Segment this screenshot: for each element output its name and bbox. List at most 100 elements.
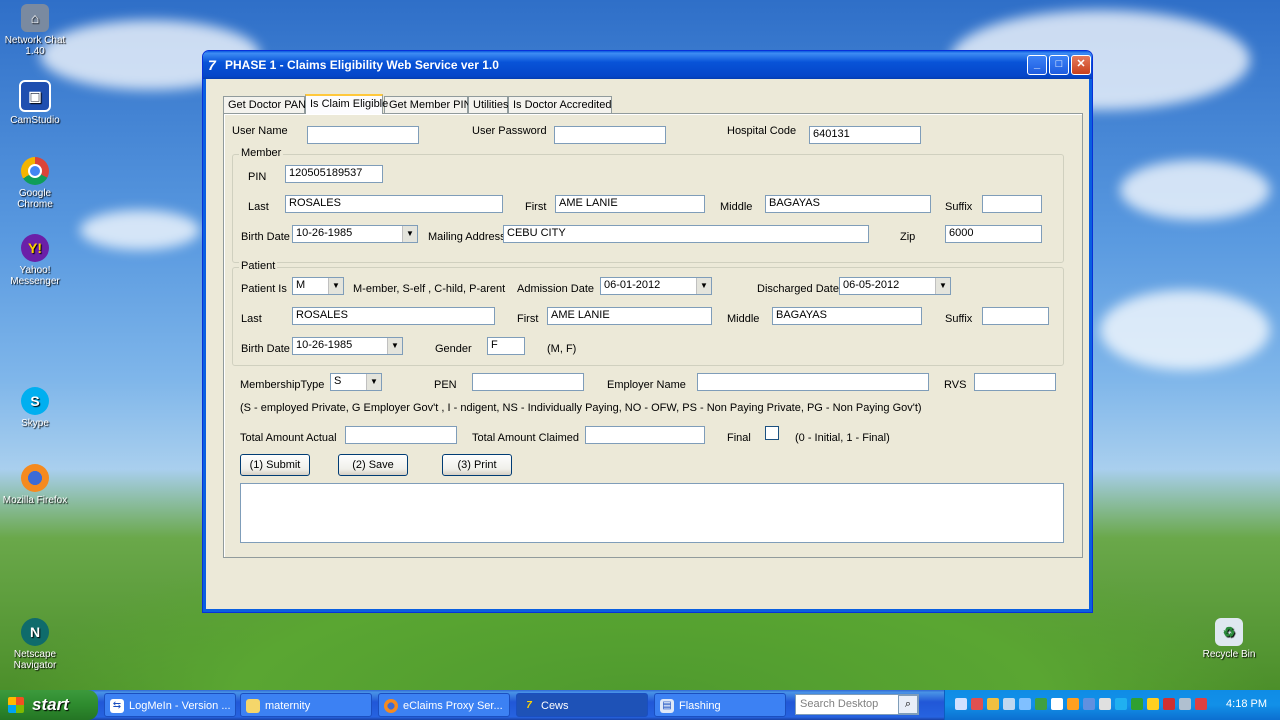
- desktop-icon-yahoo-messenger[interactable]: Y! Yahoo! Messenger: [0, 234, 70, 287]
- desktop-icon-label: CamStudio: [10, 115, 60, 126]
- taskbar-item-cews[interactable]: 7 Cews: [516, 693, 648, 717]
- chevron-down-icon[interactable]: ▼: [387, 338, 402, 354]
- patient-last-input[interactable]: ROSALES: [292, 307, 495, 325]
- tab-is-claim-eligible[interactable]: Is Claim Eligible: [305, 94, 388, 114]
- user-name-input[interactable]: [307, 126, 419, 144]
- employer-name-input[interactable]: [697, 373, 929, 391]
- total-amount-claimed-input[interactable]: [585, 426, 705, 444]
- start-button[interactable]: start: [0, 690, 98, 720]
- tray-icon[interactable]: [955, 698, 967, 710]
- desktop-icon-camstudio[interactable]: ▣ CamStudio: [0, 80, 70, 126]
- tray-icon[interactable]: [1163, 698, 1175, 710]
- desktop-icon-label: Mozilla Firefox: [2, 495, 68, 506]
- tray-icon[interactable]: [1035, 698, 1047, 710]
- admission-date-picker[interactable]: 06-01-2012 ▼: [600, 277, 712, 295]
- print-button[interactable]: (3) Print: [442, 454, 512, 476]
- tab-utilities[interactable]: Utilities: [468, 96, 508, 113]
- desktop-icon-label: Yahoo! Messenger: [10, 265, 60, 287]
- search-icon[interactable]: ⌕: [898, 695, 918, 714]
- tray-icon[interactable]: [1115, 698, 1127, 710]
- tab-get-member-pin[interactable]: Get Member PIN: [384, 96, 472, 113]
- cloud: [80, 210, 200, 250]
- tray-icon[interactable]: [1019, 698, 1031, 710]
- total-amount-actual-input[interactable]: [345, 426, 457, 444]
- minimize-button[interactable]: _: [1027, 55, 1047, 75]
- member-birth-date-label: Birth Date: [241, 231, 290, 243]
- desktop-icon-skype[interactable]: S Skype: [0, 387, 70, 429]
- user-password-input[interactable]: [554, 126, 666, 144]
- chevron-down-icon[interactable]: ▼: [366, 374, 381, 390]
- tray-icon[interactable]: [1051, 698, 1063, 710]
- taskbar-item-maternity[interactable]: maternity: [240, 693, 372, 717]
- tray-icon[interactable]: [987, 698, 999, 710]
- member-middle-input[interactable]: BAGAYAS: [765, 195, 931, 213]
- membership-type-select[interactable]: S ▼: [330, 373, 382, 391]
- patient-birth-date-picker[interactable]: 10-26-1985 ▼: [292, 337, 403, 355]
- tray-icon[interactable]: [1083, 698, 1095, 710]
- desktop-icon-recycle-bin[interactable]: ♻ Recycle Bin: [1194, 618, 1264, 660]
- patient-is-label: Patient Is: [241, 283, 287, 295]
- chevron-down-icon[interactable]: ▼: [696, 278, 711, 294]
- admission-date-label: Admission Date: [517, 283, 595, 295]
- desktop-icon-firefox[interactable]: Mozilla Firefox: [0, 464, 70, 506]
- mailing-address-input[interactable]: CEBU CITY: [503, 225, 869, 243]
- gender-label: Gender: [435, 343, 472, 355]
- tray-icon[interactable]: [1195, 698, 1207, 710]
- desktop-icon-label: Google Chrome: [17, 188, 53, 210]
- patient-suffix-input[interactable]: [982, 307, 1049, 325]
- tab-get-doctor-pan[interactable]: Get Doctor PAN: [223, 96, 306, 113]
- pen-input[interactable]: [472, 373, 584, 391]
- submit-button[interactable]: (1) Submit: [240, 454, 310, 476]
- tray-icon[interactable]: [1003, 698, 1015, 710]
- patient-last-label: Last: [241, 313, 262, 325]
- patient-is-select[interactable]: M ▼: [292, 277, 344, 295]
- desktop-icon-network-chat[interactable]: ⌂ Network Chat 1.40: [0, 4, 70, 57]
- cloud: [1100, 290, 1270, 370]
- patient-first-label: First: [517, 313, 539, 325]
- member-last-label: Last: [248, 201, 269, 213]
- tab-is-doctor-accredited[interactable]: Is Doctor Accredited: [508, 96, 612, 113]
- save-button[interactable]: (2) Save: [338, 454, 408, 476]
- result-output-area[interactable]: [240, 483, 1064, 543]
- chevron-down-icon[interactable]: ▼: [402, 226, 417, 242]
- taskbar-item-flashing[interactable]: ▤ Flashing: [654, 693, 786, 717]
- hospital-code-input[interactable]: 640131: [809, 126, 921, 144]
- discharged-date-picker[interactable]: 06-05-2012 ▼: [839, 277, 951, 295]
- member-birth-date-picker[interactable]: 10-26-1985 ▼: [292, 225, 418, 243]
- start-label: start: [32, 695, 69, 714]
- total-amount-claimed-label: Total Amount Claimed: [472, 432, 579, 444]
- chevron-down-icon[interactable]: ▼: [328, 278, 343, 294]
- patient-middle-input[interactable]: BAGAYAS: [772, 307, 922, 325]
- member-birth-date-value: 10-26-1985: [296, 227, 353, 239]
- window-client-area: Get Doctor PAN Is Claim Eligible Get Mem…: [207, 79, 1088, 608]
- tray-icon[interactable]: [971, 698, 983, 710]
- final-checkbox[interactable]: [765, 426, 779, 440]
- member-last-input[interactable]: ROSALES: [285, 195, 503, 213]
- chevron-down-icon[interactable]: ▼: [935, 278, 950, 294]
- member-pin-input[interactable]: 120505189537: [285, 165, 383, 183]
- member-suffix-input[interactable]: [982, 195, 1042, 213]
- gender-input[interactable]: F: [487, 337, 525, 355]
- desktop-icon-netscape[interactable]: N Netscape Navigator: [0, 618, 70, 671]
- close-button[interactable]: ✕: [1071, 55, 1091, 75]
- tray-icon[interactable]: [1147, 698, 1159, 710]
- window-titlebar[interactable]: 7 PHASE 1 - Claims Eligibility Web Servi…: [203, 51, 1092, 79]
- tray-icon[interactable]: [1131, 698, 1143, 710]
- member-first-input[interactable]: AME LANIE: [555, 195, 705, 213]
- rvs-input[interactable]: [974, 373, 1056, 391]
- chrome-icon: [21, 157, 49, 185]
- zip-input[interactable]: 6000: [945, 225, 1042, 243]
- taskbar-item-logmein[interactable]: ⇆ LogMeIn - Version ...: [104, 693, 236, 717]
- desktop-icon-chrome[interactable]: Google Chrome: [0, 157, 70, 210]
- maximize-button[interactable]: □: [1049, 55, 1069, 75]
- tray-icon[interactable]: [1067, 698, 1079, 710]
- member-pin-label: PIN: [248, 171, 267, 183]
- patient-first-input[interactable]: AME LANIE: [547, 307, 712, 325]
- patient-is-value: M: [296, 279, 306, 291]
- taskbar-item-eclaims-proxy[interactable]: eClaims Proxy Ser...: [378, 693, 510, 717]
- user-password-label: User Password: [472, 125, 547, 137]
- tray-icon[interactable]: [1099, 698, 1111, 710]
- member-suffix-label: Suffix: [945, 201, 973, 213]
- volume-icon[interactable]: [1179, 698, 1191, 710]
- hospital-code-label: Hospital Code: [727, 125, 797, 137]
